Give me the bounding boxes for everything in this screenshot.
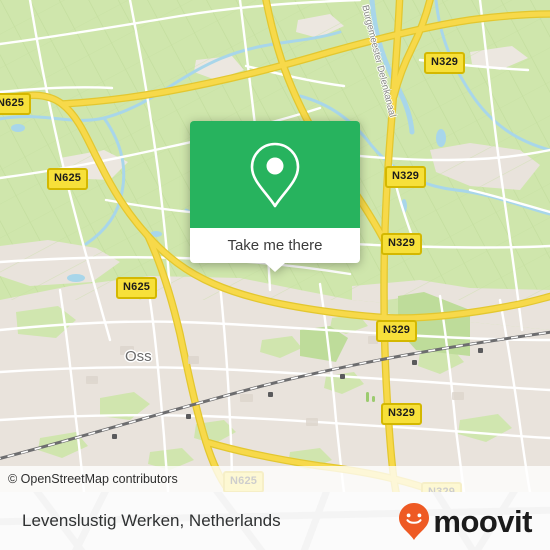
popup-tail <box>265 263 285 272</box>
road-shield-n625[interactable]: N625 <box>223 471 265 492</box>
place-label-oss: Oss <box>125 348 152 365</box>
footer-bar: Levenslustig Werken, Netherlands moovit <box>0 492 550 550</box>
popup-header <box>190 121 360 228</box>
road-shield-n625[interactable]: N625 <box>47 168 89 190</box>
map-page: Oss Burgemeester Delenkanaal N625 N625 N… <box>0 0 550 550</box>
take-me-there-popup[interactable]: Take me there <box>190 121 360 272</box>
take-me-there-label: Take me there <box>227 237 323 254</box>
moovit-pin-icon <box>399 503 430 540</box>
road-shield-n329[interactable]: N329 <box>381 403 423 425</box>
map-canvas[interactable]: Oss Burgemeester Delenkanaal N625 N625 N… <box>0 0 550 492</box>
road-shield-n329[interactable]: N329 <box>421 482 463 492</box>
road-shield-n625[interactable]: N625 <box>0 93 32 115</box>
road-shield-n329[interactable]: N329 <box>424 52 466 74</box>
moovit-brand[interactable]: moovit <box>397 501 532 541</box>
road-shield-n329[interactable]: N329 <box>385 166 427 188</box>
map-pin-icon <box>250 142 300 207</box>
popup-footer[interactable]: Take me there <box>190 228 360 272</box>
moovit-wordmark: moovit <box>433 503 532 539</box>
location-title: Levenslustig Werken, Netherlands <box>22 511 281 530</box>
road-shield-n329[interactable]: N329 <box>381 233 423 255</box>
road-shield-n625[interactable]: N625 <box>116 277 158 299</box>
road-shield-n329[interactable]: N329 <box>376 320 418 342</box>
